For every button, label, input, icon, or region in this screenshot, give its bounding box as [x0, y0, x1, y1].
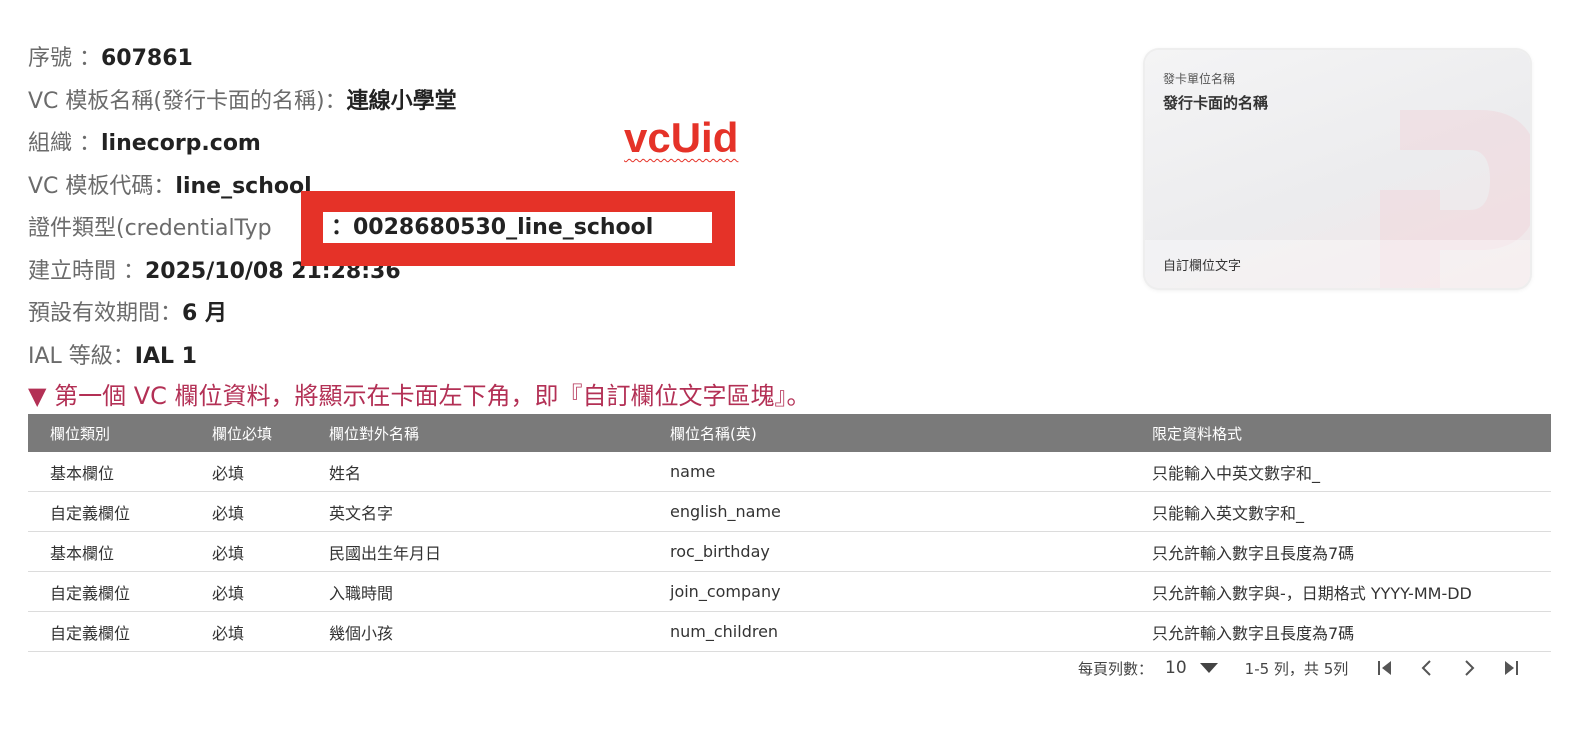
cell-english-name: join_company — [652, 571, 1134, 612]
cell-format: 只能輸入中英文數字和_ — [1134, 452, 1551, 492]
cell-category: 基本欄位 — [28, 452, 194, 492]
rows-per-page-select[interactable]: 10 — [1165, 658, 1187, 678]
info-label: IAL 等級： — [28, 343, 135, 369]
info-ial: IAL 等級：IAL 1 — [28, 336, 457, 379]
info-value: IAL 1 — [134, 343, 197, 369]
section-heading: ▼ 第一個 VC 欄位資料，將顯示在卡面左下角，即『自訂欄位文字區塊』。 — [28, 382, 811, 410]
info-value: linecorp.com — [101, 131, 261, 156]
cell-display-name: 民國出生年月日 — [311, 531, 652, 572]
cell-format: 只能輸入英文數字和_ — [1134, 491, 1551, 532]
column-header[interactable]: 限定資料格式 — [1134, 414, 1551, 452]
card-custom-text: 自訂欄位文字 — [1163, 259, 1242, 274]
table-row: 自定義欄位 必填 幾個小孩 num_children 只允許輸入數字且長度為7碼 — [28, 611, 1551, 652]
info-label: 證件類型(credentialTyp — [28, 216, 272, 241]
cell-format: 只允許輸入數字且長度為7碼 — [1134, 611, 1551, 652]
info-label: 建立時間 ： — [28, 258, 145, 284]
info-template-name: VC 模板名稱(發行卡面的名稱)：連線小學堂 — [28, 81, 457, 124]
table-row: 基本欄位 必填 姓名 name 只能輸入中英文數字和_ — [28, 452, 1551, 492]
cell-format: 只允許輸入數字與-，日期格式 YYYY-MM-DD — [1134, 571, 1551, 612]
cell-required: 必填 — [194, 491, 311, 532]
card-issuer-label: 發卡單位名稱 — [1163, 72, 1236, 86]
info-value: line_school — [175, 173, 312, 199]
cell-required: 必填 — [194, 452, 311, 492]
card-preview: 發卡單位名稱 發行卡面的名稱 自訂欄位文字 — [1145, 50, 1530, 288]
info-value: 連線小學堂 — [346, 88, 457, 114]
vcuid-annotation-label: vcUid — [624, 114, 739, 161]
cell-english-name: name — [652, 452, 1134, 492]
cell-display-name: 英文名字 — [311, 491, 652, 532]
first-page-icon[interactable] — [1370, 653, 1400, 683]
column-header[interactable]: 欄位對外名稱 — [311, 414, 652, 452]
info-label: 組織 ： — [28, 131, 101, 156]
table-row: 基本欄位 必填 民國出生年月日 roc_birthday 只允許輸入數字且長度為… — [28, 531, 1551, 572]
credential-type-value: ：0028680530_line_school — [323, 212, 712, 243]
cell-english-name: roc_birthday — [652, 531, 1134, 572]
column-header[interactable]: 欄位必填 — [194, 414, 311, 452]
cell-required: 必填 — [194, 571, 311, 612]
rows-per-page-label: 每頁列數： — [1078, 659, 1154, 678]
cell-required: 必填 — [194, 611, 311, 652]
info-label: 序號 ： — [28, 46, 101, 71]
table-row: 自定義欄位 必填 英文名字 english_name 只能輸入英文數字和_ — [28, 491, 1551, 532]
table-row: 自定義欄位 必填 入職時間 join_company 只允許輸入數字與-，日期格… — [28, 571, 1551, 612]
cell-display-name: 入職時間 — [311, 571, 652, 612]
page-range: 1-5 列，共 5列 — [1244, 659, 1349, 678]
info-organization: 組織 ：linecorp.com — [28, 123, 457, 166]
cell-display-name: 姓名 — [311, 452, 652, 492]
info-serial: 序號 ：607861 — [28, 38, 457, 81]
cell-english-name: english_name — [652, 491, 1134, 532]
pagination: 每頁列數： 10 1-5 列，共 5列 — [1078, 652, 1526, 684]
fields-table: 欄位類別 欄位必填 欄位對外名稱 欄位名稱(英) 限定資料格式 基本欄位 必填 … — [28, 414, 1551, 652]
caret-down-icon[interactable] — [1199, 662, 1219, 674]
info-label: 預設有效期間： — [28, 301, 183, 326]
table-header-row: 欄位類別 欄位必填 欄位對外名稱 欄位名稱(英) 限定資料格式 — [28, 414, 1551, 452]
info-label: VC 模板代碼： — [28, 173, 176, 199]
cell-format: 只允許輸入數字且長度為7碼 — [1134, 531, 1551, 572]
info-value: 6 月 — [182, 301, 227, 326]
cell-display-name: 幾個小孩 — [311, 611, 652, 652]
cell-english-name: num_children — [652, 611, 1134, 652]
cell-category: 自定義欄位 — [28, 611, 194, 652]
column-header[interactable]: 欄位名稱(英) — [652, 414, 1134, 452]
cell-category: 自定義欄位 — [28, 491, 194, 532]
next-page-icon[interactable] — [1454, 653, 1484, 683]
cell-category: 基本欄位 — [28, 531, 194, 572]
column-header[interactable]: 欄位類別 — [28, 414, 194, 452]
info-label: VC 模板名稱(發行卡面的名稱)： — [28, 88, 347, 114]
cell-category: 自定義欄位 — [28, 571, 194, 612]
cell-required: 必填 — [194, 531, 311, 572]
info-value: 607861 — [101, 46, 193, 71]
info-validity: 預設有效期間：6 月 — [28, 293, 457, 336]
card-name: 發行卡面的名稱 — [1163, 94, 1269, 112]
last-page-icon[interactable] — [1496, 653, 1526, 683]
card-custom-field-area: 自訂欄位文字 — [1145, 240, 1530, 288]
prev-page-icon[interactable] — [1412, 653, 1442, 683]
